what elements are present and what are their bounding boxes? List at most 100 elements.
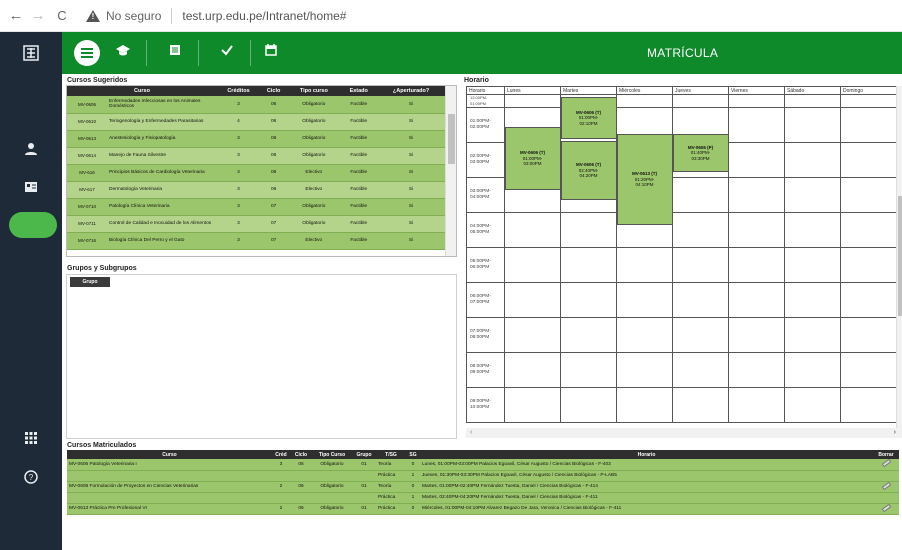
schedule-cell[interactable] [784,107,841,143]
check-icon[interactable] [212,43,242,59]
schedule-cell[interactable] [672,247,729,283]
schedule-cell[interactable] [616,317,673,353]
schedule-cell[interactable] [728,142,785,178]
suggested-scrollbar[interactable] [445,86,456,256]
back-button[interactable]: ← [8,7,24,24]
schedule-cell[interactable] [504,387,561,423]
schedule-cell[interactable] [784,282,841,318]
scroll-left-icon[interactable]: ‹ [470,429,472,436]
schedule-cell[interactable] [672,94,729,108]
forward-button[interactable]: → [30,7,46,24]
schedule-cell[interactable] [504,317,561,353]
table-row[interactable]: MV-616 Principios Básicos de Cardiología … [67,164,445,182]
table-row[interactable]: MV-0613 Anestesiología y Fisiopatología 3 0… [67,130,445,148]
schedule-cell[interactable] [672,317,729,353]
schedule-cell[interactable] [728,387,785,423]
table-row[interactable]: Práctica 1 Jueves, 01:30PM-03:30PM Palacio… [67,470,899,482]
schedule-cell[interactable] [616,387,673,423]
schedule-cell[interactable] [504,212,561,248]
table-row[interactable]: MV-0614 Manejo de Fauna Silvestre 3 06 Oblig… [67,147,445,165]
schedule-cell[interactable] [672,212,729,248]
schedule-cell[interactable] [784,142,841,178]
schedule-cell[interactable] [616,247,673,283]
schedule-cell[interactable] [560,247,617,283]
table-row[interactable]: Práctica 1 Martes, 02:40PM-04:20PM Fernánd… [67,492,899,504]
schedule-block[interactable]: MV-0606 (T) 01:00PM- 03:00PM [504,126,561,190]
schedule-cell[interactable] [840,107,901,143]
table-row[interactable]: MV-0613 Práctica Pre Profesional VI 2 06 Ob… [67,503,899,515]
schedule-block[interactable]: MV-0606 (T) 02:40PM- 04:20PM [560,140,617,201]
table-row[interactable]: MV-0608 Formulación de Proyectos en Cien… [67,481,899,493]
schedule-cell[interactable] [784,94,841,108]
schedule-cell[interactable] [728,107,785,143]
user-icon[interactable] [0,142,62,158]
schedule-cell[interactable] [728,94,785,108]
schedule-cell[interactable] [840,142,901,178]
table-row[interactable]: MV-0710 Patología Clínica Veterinaria 3 07 O… [67,198,445,216]
schedule-cell[interactable] [728,247,785,283]
schedule-vertical-scrollbar[interactable] [896,86,902,428]
reload-button[interactable]: C [54,8,70,23]
schedule-cell[interactable] [840,317,901,353]
schedule-cell[interactable] [616,352,673,388]
schedule-cell[interactable] [840,247,901,283]
schedule-block[interactable]: MV-0606 (P) 01:40PM- 03:30PM [672,133,729,173]
schedule-cell[interactable] [504,352,561,388]
active-menu-pill[interactable] [9,212,57,238]
graduation-cap-icon[interactable] [108,43,138,59]
schedule-cell[interactable] [784,387,841,423]
schedule-cell[interactable] [728,352,785,388]
schedule-cell[interactable] [672,177,729,213]
schedule-cell[interactable] [728,177,785,213]
schedule-block[interactable]: MV-0613 (T) 01:20PM- 04:10PM [616,133,673,225]
table-row[interactable]: MV-0606 Patología Veterinaria I 3 06 Obliga… [67,459,899,471]
schedule-cell[interactable] [840,387,901,423]
schedule-cell[interactable] [728,317,785,353]
schedule-cell[interactable] [784,177,841,213]
address-bar[interactable]: test.urp.edu.pe/Intranet/home# [182,9,346,23]
menu-icon[interactable] [74,40,100,66]
erase-icon[interactable] [881,503,891,512]
erase-icon[interactable] [881,459,891,468]
suggested-scroll-thumb[interactable] [448,114,455,164]
schedule-cell[interactable] [728,212,785,248]
schedule-cell[interactable] [784,317,841,353]
table-row[interactable]: MV-0716 Biología Clínica Del Perro y el G… [67,232,445,250]
university-logo-icon[interactable] [0,44,62,64]
table-row[interactable]: MV-0606 Enfermedades Infecciosas en los A… [67,96,445,114]
schedule-cell[interactable] [728,282,785,318]
schedule-cell[interactable] [504,94,561,108]
scroll-right-icon[interactable]: › [894,429,896,436]
schedule-cell[interactable] [672,282,729,318]
schedule-cell[interactable] [560,282,617,318]
schedule-cell[interactable] [504,247,561,283]
schedule-cell[interactable] [840,282,901,318]
book-icon[interactable] [160,43,190,59]
schedule-cell[interactable] [504,282,561,318]
schedule-cell[interactable] [560,317,617,353]
schedule-cell[interactable] [560,387,617,423]
erase-icon[interactable] [881,481,891,490]
security-indicator[interactable]: No seguro [86,9,161,23]
schedule-horizontal-scrollbar[interactable]: ‹ › [466,428,902,438]
schedule-cell[interactable] [784,247,841,283]
calendar-icon[interactable] [256,43,286,59]
help-icon[interactable]: ? [0,470,62,486]
table-row[interactable]: MV-0610 Teriogenología y Enfermedades Par… [67,113,445,131]
schedule-cell[interactable] [560,212,617,248]
schedule-cell[interactable] [840,94,901,108]
table-row[interactable]: MV-0711 Control de Calidad e Inocuidad de… [67,215,445,233]
id-card-icon[interactable] [0,180,62,196]
schedule-cell[interactable] [560,352,617,388]
schedule-block[interactable]: MV-0606 (T) 01:00PM- 02:10PM [560,97,617,139]
schedule-cell[interactable] [784,352,841,388]
schedule-cell[interactable] [672,387,729,423]
schedule-cell[interactable] [616,94,673,108]
schedule-scroll-thumb[interactable] [898,196,902,316]
table-row[interactable]: MV-617 Dermatología Veterinaria 3 06 Electiv… [67,181,445,199]
schedule-cell[interactable] [672,352,729,388]
schedule-cell[interactable] [616,282,673,318]
schedule-cell[interactable] [840,212,901,248]
apps-grid-icon[interactable] [0,432,62,446]
schedule-cell[interactable] [840,352,901,388]
